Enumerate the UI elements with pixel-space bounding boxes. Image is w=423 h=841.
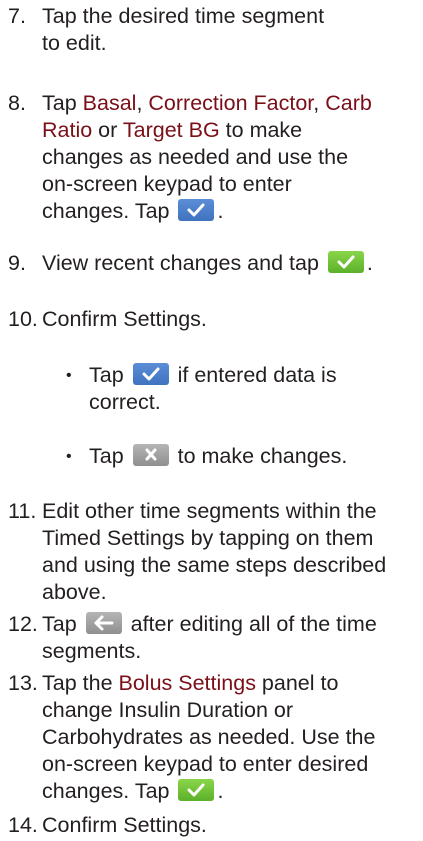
step-text: Tap after editing all of the time segmen… xyxy=(42,612,377,663)
step-text: Confirm Settings. xyxy=(42,307,207,331)
step-number: 8. xyxy=(8,91,26,115)
bullet-dot: • xyxy=(66,448,72,465)
check-icon xyxy=(142,367,160,381)
check-button-image xyxy=(132,363,169,385)
step-number: 10. xyxy=(8,307,38,331)
keyword-target-bg: Target BG xyxy=(122,118,220,142)
close-icon xyxy=(145,448,157,461)
bullet-text: Tap if entered data is correct. xyxy=(89,363,337,414)
check-button-image xyxy=(178,779,215,801)
step-number: 14. xyxy=(8,813,38,837)
step-number: 9. xyxy=(8,251,26,275)
check-button-image xyxy=(327,251,364,273)
keyword-bolus-settings: Bolus Settings xyxy=(118,671,256,695)
check-button-image xyxy=(178,199,215,221)
instruction-page: 7. Tap the desired time segment to edit.… xyxy=(0,0,423,841)
bullet-text: Tap to make changes. xyxy=(89,444,348,468)
step-number: 11. xyxy=(8,499,37,523)
step-text: View recent changes and tap . xyxy=(42,251,373,275)
step-text: Edit other time segments within the Time… xyxy=(42,499,387,604)
step-text: Confirm Settings. xyxy=(42,813,207,837)
keyword-correction-factor: Correction Factor xyxy=(148,91,314,115)
bullet-dot: • xyxy=(66,367,72,384)
step-number: 12. xyxy=(8,612,38,636)
step-number: 7. xyxy=(8,4,26,28)
check-icon xyxy=(187,203,205,217)
check-icon xyxy=(337,255,355,269)
step-text: Tap Basal, Correction Factor, Carb Ratio… xyxy=(42,91,372,223)
back-arrow-icon xyxy=(94,615,114,631)
keyword-basal: Basal xyxy=(82,91,137,115)
check-icon xyxy=(187,783,205,797)
step-text: Tap the desired time segment to edit. xyxy=(42,4,325,55)
step-number: 13. xyxy=(8,671,38,695)
close-button-image xyxy=(132,444,169,466)
back-button-image xyxy=(85,612,122,634)
step-text: Tap the Bolus Settings panel to change I… xyxy=(42,671,376,803)
